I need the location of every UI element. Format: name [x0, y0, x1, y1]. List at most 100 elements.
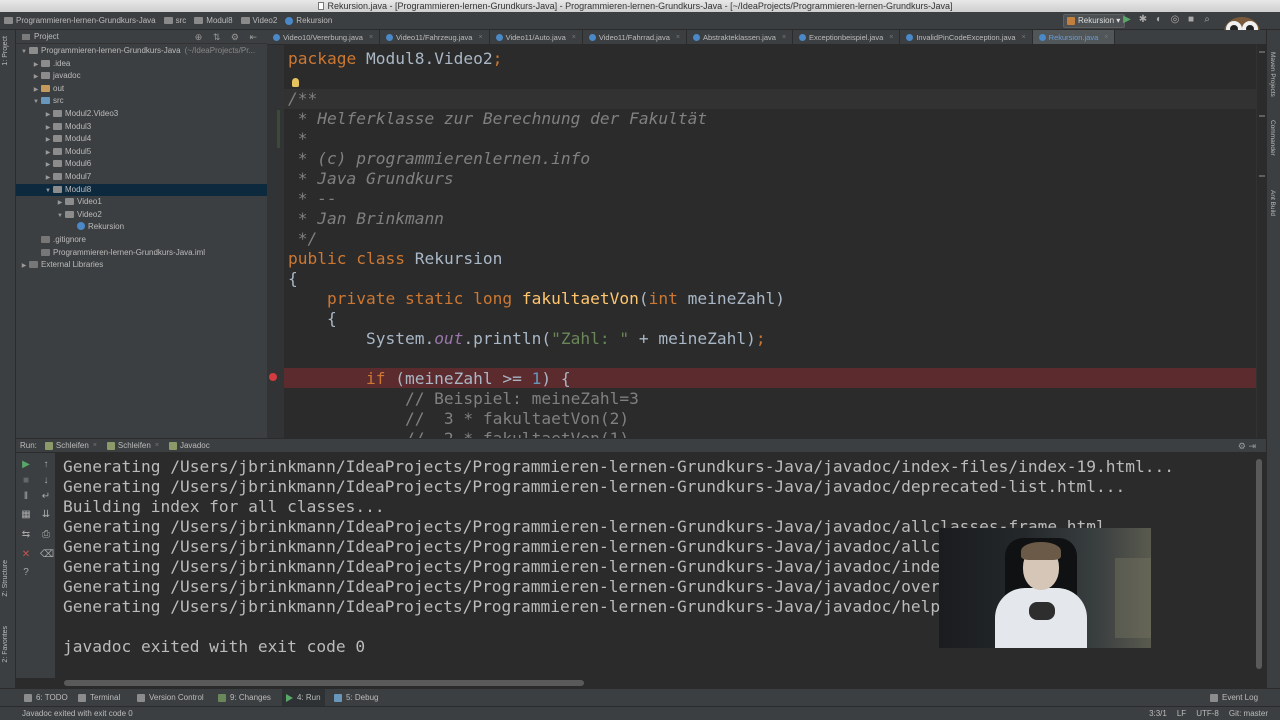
commander-tab[interactable]: Commander	[1269, 120, 1276, 156]
pause-icon[interactable]: ‖	[20, 491, 32, 503]
breadcrumb-project[interactable]: Programmieren-lernen-Grundkurs-Java	[4, 16, 156, 25]
tree-item[interactable]: ▼ Modul8	[16, 183, 267, 197]
scroll-marker	[1259, 115, 1265, 117]
soft-wrap-icon[interactable]: ↵	[40, 491, 52, 503]
close-icon[interactable]: ×	[1104, 30, 1108, 45]
restore-layout-icon[interactable]: ⇆	[20, 529, 32, 541]
scroll-up-icon[interactable]: ↑	[40, 459, 52, 471]
editor-tab[interactable]: Abstrakteklassen.java ×	[687, 30, 794, 45]
scroll-down-icon[interactable]: ↓	[40, 475, 52, 487]
run-tab-schleifen-2[interactable]: Schleifen ×	[106, 439, 159, 453]
caret-position[interactable]: 3:3/1	[1149, 707, 1167, 720]
tree-item[interactable]: ▶ External Libraries	[16, 259, 267, 272]
close-icon[interactable]: ×	[155, 439, 159, 453]
project-panel-actions[interactable]: ⊕ ⇅ ⚙ ⇤	[195, 31, 261, 44]
tree-item[interactable]: ▶ Video1	[16, 196, 267, 209]
editor-tab[interactable]: Exceptionbeispiel.java ×	[793, 30, 901, 45]
tree-item[interactable]: ▼ src	[16, 95, 267, 108]
event-log-tool-button[interactable]: Event Log	[1206, 689, 1262, 706]
settings-gear-icon[interactable]: ⚙ ⇥	[1238, 439, 1256, 453]
close-icon[interactable]: ×	[889, 30, 893, 45]
run-icon[interactable]: ▶	[1122, 15, 1132, 25]
console-line: javadoc exited with exit code 0	[63, 637, 366, 656]
breadcrumb-modul8[interactable]: Modul8	[194, 16, 233, 25]
scrollbar-thumb[interactable]	[1256, 459, 1262, 669]
breadcrumb-src[interactable]: src	[163, 16, 186, 25]
editor-tab[interactable]: Rekursion.java ×	[1032, 30, 1116, 45]
editor-tab[interactable]: Video10/Vererbung.java ×	[267, 30, 381, 45]
profile-icon[interactable]: ◎	[1170, 15, 1180, 25]
line-separator[interactable]: LF	[1177, 707, 1186, 720]
tree-item[interactable]: ▶ javadoc	[16, 70, 267, 83]
structure-tool-tab[interactable]: Z: Structure	[2, 560, 9, 597]
run-tab-javadoc[interactable]: Javadoc	[168, 439, 210, 453]
tree-item[interactable]: ▼ Video2	[16, 209, 267, 222]
tree-item[interactable]: ▶ Modul7	[16, 171, 267, 184]
editor-tab[interactable]: InvalidPinCodeException.java ×	[900, 30, 1033, 45]
status-message[interactable]: Javadoc exited with exit code 0	[22, 707, 133, 720]
tree-item[interactable]: Programmieren-lernen-Grundkurs-Java.iml	[16, 247, 267, 260]
close-icon[interactable]: ×	[676, 30, 680, 45]
changes-tool-button[interactable]: 9: Changes	[214, 689, 275, 706]
breadcrumb-rekursion[interactable]: Rekursion	[285, 16, 332, 25]
tree-item-label: Video1	[77, 197, 102, 207]
editor-tab[interactable]: Video11/Fahrrad.java ×	[583, 30, 687, 44]
breadcrumb-video2[interactable]: Video2	[240, 16, 277, 25]
help-icon[interactable]: ?	[20, 567, 32, 579]
tree-item[interactable]: ▶ Modul5	[16, 146, 267, 159]
console-horizontal-scrollbar[interactable]	[56, 678, 1252, 688]
editor-tab[interactable]: Video11/Fahrzeug.java ×	[380, 30, 490, 44]
tree-item[interactable]: ▶ out	[16, 83, 267, 96]
tree-item[interactable]: ▶ .idea	[16, 58, 267, 71]
terminal-tool-button[interactable]: Terminal	[74, 689, 124, 706]
run-tab-schleifen-1[interactable]: Schleifen ×	[44, 439, 97, 453]
tree-item[interactable]: ▶ Modul2.Video3	[16, 108, 267, 121]
coverage-icon[interactable]: ◐	[1154, 15, 1164, 25]
search-icon[interactable]: ⌕	[1202, 15, 1212, 25]
scroll-to-end-icon[interactable]: ⇊	[40, 509, 52, 521]
print-icon[interactable]: ⎙	[40, 529, 52, 541]
tree-item[interactable]: ▶ Modul3	[16, 121, 267, 134]
close-icon[interactable]: ×	[93, 439, 97, 453]
close-icon[interactable]: ×	[1022, 30, 1026, 45]
maven-projects-tab[interactable]: Maven Projects	[1269, 52, 1276, 97]
code-token: public class	[288, 249, 415, 268]
close-icon[interactable]: ×	[572, 30, 576, 45]
stop-icon[interactable]: ■	[1186, 15, 1196, 25]
debug-icon[interactable]: ✱	[1138, 15, 1148, 25]
close-icon[interactable]: ×	[782, 30, 786, 45]
close-icon[interactable]: ×	[478, 30, 482, 45]
run-configuration-dropdown[interactable]: Rekursion ▾	[1063, 14, 1126, 28]
debug-tool-button[interactable]: 5: Debug	[330, 689, 382, 706]
ant-build-tab[interactable]: Ant Build	[1269, 190, 1276, 216]
version-control-tool-button[interactable]: Version Control	[133, 689, 208, 706]
git-branch[interactable]: Git: master	[1229, 707, 1268, 720]
stop-icon[interactable]: ■	[20, 475, 32, 487]
scrollbar-thumb[interactable]	[64, 680, 584, 686]
file-encoding[interactable]: UTF-8	[1196, 707, 1219, 720]
rerun-icon[interactable]: ▶	[20, 459, 32, 471]
tree-item[interactable]: .gitignore	[16, 234, 267, 247]
dump-threads-icon[interactable]: ▦	[20, 509, 32, 521]
editor-tab-label: Abstrakteklassen.java	[702, 32, 776, 42]
class-icon	[692, 33, 700, 41]
close-icon[interactable]: ✕	[20, 549, 32, 561]
tree-item[interactable]: ▶ Modul6	[16, 158, 267, 171]
run-tool-button[interactable]: 4: Run	[282, 689, 325, 706]
todo-tool-button[interactable]: 6: TODO	[20, 689, 72, 706]
lightbulb-icon[interactable]	[292, 78, 299, 87]
favorites-tool-tab[interactable]: 2: Favorites	[2, 626, 9, 663]
tree-item[interactable]: ▶ Modul4	[16, 133, 267, 146]
editor-scrollbar[interactable]	[1256, 45, 1266, 438]
tree-item[interactable]: Rekursion	[16, 221, 267, 234]
editor-tab[interactable]: Video11/Auto.java ×	[490, 30, 583, 44]
close-icon[interactable]: ×	[369, 30, 373, 45]
collapsed-arrow-icon[interactable]: ▶	[20, 260, 28, 273]
project-tool-tab[interactable]: 1: Project	[2, 36, 9, 66]
breakpoint-icon[interactable]	[269, 373, 277, 381]
tree-item[interactable]: ▼ Programmieren-lernen-Grundkurs-Java (~/I…	[16, 45, 267, 58]
project-view-selector[interactable]: Project	[34, 30, 59, 43]
clear-all-icon[interactable]: ⌫	[40, 549, 54, 561]
code-editor[interactable]: package Modul8.Video2; /** * Helferklasse…	[284, 45, 1256, 438]
console-scrollbar[interactable]	[1252, 453, 1266, 678]
